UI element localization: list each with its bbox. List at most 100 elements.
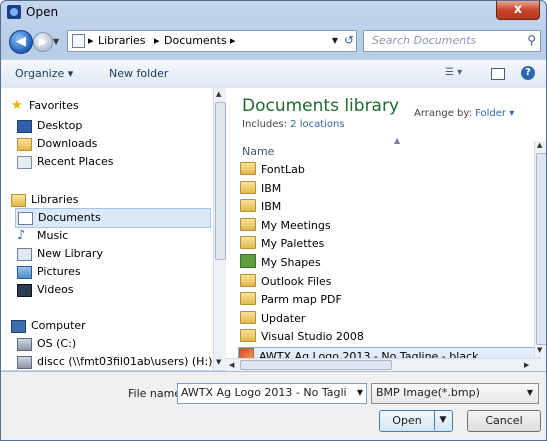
scroll-down-icon[interactable]: ▼ (216, 358, 221, 366)
file-row-label: My Palettes (261, 237, 325, 251)
nav-computer-label: Computer (31, 319, 86, 332)
open-dialog: Open x ◀ ▶ ▼ ▸ Libraries ▸ Documents ▸ ▼… (0, 0, 547, 441)
nav-computer[interactable]: Computer (11, 317, 86, 335)
breadcrumb-separator-icon[interactable]: ▸ (88, 34, 94, 47)
nav-libraries[interactable]: Libraries (11, 191, 79, 209)
breadcrumb-separator-icon[interactable]: ▸ (154, 34, 160, 47)
nav-item-label: discc (\\fmt03fil01ab\users) (H:) (37, 355, 213, 368)
nav-item-label: Recent Places (37, 155, 114, 168)
breadcrumb-documents[interactable]: Documents (164, 34, 227, 47)
file-name-value[interactable]: AWTX Ag Logo 2013 - No Tagline - b (181, 386, 347, 399)
column-header-name[interactable]: Name (242, 145, 274, 158)
scroll-up-icon[interactable]: ▲ (216, 90, 221, 98)
file-row[interactable]: Updater (240, 310, 305, 328)
forward-button[interactable]: ▶ (33, 32, 53, 52)
nav-item-label: OS (C:) (37, 337, 77, 350)
file-type-value: BMP Image(*.bmp) (376, 386, 480, 399)
back-button[interactable]: ◀ (9, 30, 33, 54)
title-bar[interactable]: Open x (1, 1, 546, 23)
nav-item-documents[interactable]: Documents (15, 208, 211, 228)
scroll-left-icon[interactable]: ◀ (229, 361, 234, 369)
help-icon[interactable]: ? (521, 66, 535, 80)
scroll-up-icon[interactable]: ▲ (537, 141, 542, 149)
nav-item-downloads[interactable]: Downloads (17, 135, 97, 153)
open-options-dropdown-icon[interactable]: ▼ (434, 410, 451, 430)
nav-item-label: Pictures (37, 265, 81, 278)
scroll-down-icon[interactable]: ▼ (537, 346, 542, 354)
nav-item-label: Documents (38, 211, 101, 224)
nav-favorites-label: Favorites (29, 99, 79, 112)
star-icon: ★ (11, 98, 23, 113)
address-bar[interactable]: ▸ Libraries ▸ Documents ▸ ▼ ↺ (67, 30, 357, 52)
open-button-label: Open (392, 414, 422, 427)
library-icon (72, 34, 85, 48)
address-row: ◀ ▶ ▼ ▸ Libraries ▸ Documents ▸ ▼ ↺ Sear… (1, 25, 546, 57)
recent-places-icon (17, 156, 32, 169)
file-type-dropdown-icon[interactable]: ▼ (527, 388, 533, 397)
folder-icon (240, 217, 256, 231)
file-list-horizontal-scrollbar[interactable]: ◀ ▶ (226, 358, 546, 371)
cancel-button[interactable]: Cancel (467, 410, 541, 432)
address-dropdown-icon[interactable]: ▼ (332, 36, 338, 45)
file-row[interactable]: IBM (240, 198, 281, 216)
file-list-vertical-scrollbar[interactable]: ▲ ▼ (534, 141, 546, 357)
file-type-select[interactable]: BMP Image(*.bmp) ▼ (371, 383, 539, 404)
scrollbar-thumb[interactable] (215, 102, 226, 260)
folder-icon (240, 329, 256, 343)
computer-icon (11, 320, 26, 333)
file-row[interactable]: Outlook Files (240, 273, 331, 291)
toolbar: Organize ▾ New folder ☰ ▾ ? (1, 59, 546, 89)
window-title: Open (26, 5, 59, 19)
nav-item-new-library[interactable]: New Library (17, 245, 103, 263)
dialog-footer: File name: AWTX Ag Logo 2013 - No Taglin… (1, 371, 546, 440)
nav-favorites[interactable]: ★ Favorites (11, 97, 79, 115)
documents-icon (18, 212, 33, 225)
preview-pane-icon[interactable] (491, 68, 505, 80)
file-row[interactable]: My Palettes (240, 235, 324, 253)
file-row-label: My Meetings (261, 218, 331, 232)
nav-libraries-label: Libraries (31, 193, 79, 206)
close-button[interactable]: x (496, 1, 540, 20)
nav-item-label: New Library (37, 247, 103, 260)
file-row[interactable]: Visual Studio 2008 (240, 328, 364, 346)
file-name-dropdown-icon[interactable]: ▼ (357, 388, 363, 397)
scrollbar-thumb[interactable] (536, 153, 546, 345)
nav-item-label: Desktop (37, 119, 83, 132)
scroll-right-icon[interactable]: ▶ (524, 361, 529, 369)
app-icon (7, 5, 21, 19)
file-row[interactable]: My Meetings (240, 217, 331, 235)
file-row[interactable]: Parm map PDF (240, 291, 342, 309)
nav-item-network-drive[interactable]: discc (\\fmt03fil01ab\users) (H:) (17, 353, 212, 370)
file-row[interactable]: FontLab (240, 161, 305, 179)
navigation-scrollbar[interactable]: ▲ ▼ (213, 88, 226, 370)
network-drive-icon (17, 356, 32, 369)
change-view-icon[interactable]: ☰ ▾ (445, 67, 462, 78)
folder-icon (240, 292, 256, 306)
includes-locations-link[interactable]: 2 locations (290, 119, 344, 130)
library-title: Documents library (242, 96, 400, 116)
recent-pages-dropdown-icon[interactable]: ▼ (53, 37, 59, 46)
file-name-input[interactable]: AWTX Ag Logo 2013 - No Tagline - b ▼ (177, 383, 367, 404)
breadcrumb-libraries[interactable]: Libraries (98, 34, 146, 47)
nav-item-recent-places[interactable]: Recent Places (17, 153, 114, 171)
sort-ascending-icon: ▲ (394, 136, 401, 145)
search-box[interactable]: Search Documents ⚲ (363, 30, 541, 52)
nav-item-music[interactable]: ♪ Music (17, 227, 68, 245)
scrollbar-thumb[interactable] (240, 360, 392, 370)
nav-item-desktop[interactable]: Desktop (17, 117, 82, 135)
breadcrumb-separator-icon[interactable]: ▸ (230, 34, 236, 47)
search-icon[interactable]: ⚲ (527, 33, 536, 47)
nav-item-os-drive[interactable]: OS (C:) (17, 335, 76, 353)
nav-item-pictures[interactable]: Pictures (17, 263, 81, 281)
refresh-icon[interactable]: ↺ (344, 33, 354, 47)
file-row[interactable]: My Shapes (240, 254, 321, 272)
organize-button[interactable]: Organize ▾ (15, 67, 73, 80)
nav-item-videos[interactable]: Videos (17, 281, 74, 299)
file-row-label: Parm map PDF (261, 293, 342, 307)
new-folder-button[interactable]: New folder (109, 67, 168, 80)
search-placeholder: Search Documents (372, 34, 477, 47)
file-row[interactable]: IBM (240, 180, 281, 198)
arrange-by-dropdown[interactable]: Folder ▾ (475, 108, 514, 119)
open-button[interactable]: Open ▼ (379, 410, 453, 432)
file-row-label: IBM (261, 181, 282, 195)
